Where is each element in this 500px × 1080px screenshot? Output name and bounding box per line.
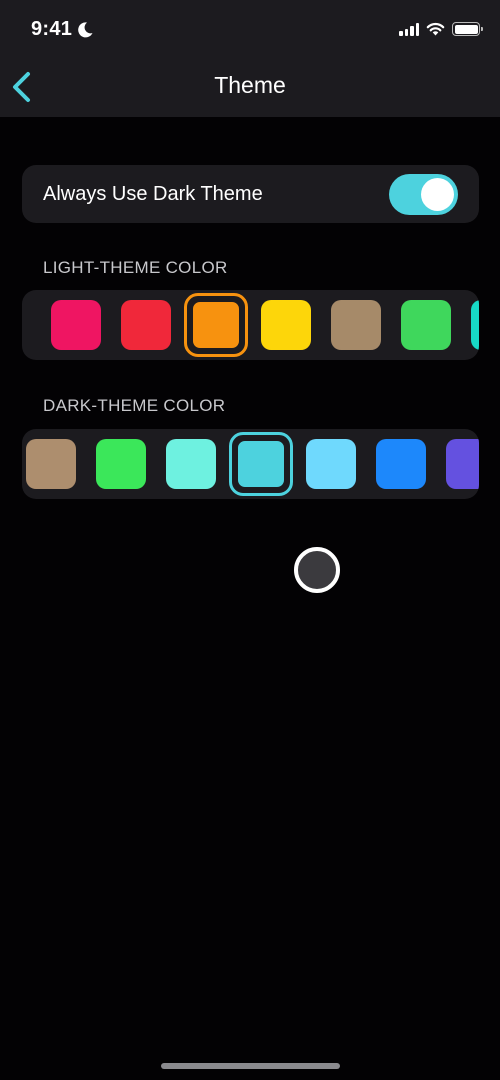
- light-theme-swatch-color: [471, 300, 479, 350]
- dark-theme-swatch-color: [26, 439, 76, 489]
- dark-theme-swatch-color: [96, 439, 146, 489]
- light-theme-swatch-color: [401, 300, 451, 350]
- dark-theme-swatch-3[interactable]: [229, 432, 293, 496]
- dark-theme-swatch-4[interactable]: [296, 429, 366, 499]
- dark-theme-swatch-0[interactable]: [22, 429, 86, 499]
- light-theme-swatch-color: [331, 300, 381, 350]
- touch-indicator: [294, 547, 340, 593]
- dark-theme-swatch-color: [446, 439, 479, 489]
- dark-theme-swatch-2[interactable]: [156, 429, 226, 499]
- wifi-icon: [426, 22, 445, 36]
- always-dark-toggle[interactable]: [389, 174, 458, 215]
- dark-theme-swatch-1[interactable]: [86, 429, 156, 499]
- dark-theme-swatch-5[interactable]: [366, 429, 436, 499]
- dark-theme-swatch-color: [235, 438, 287, 490]
- always-dark-row: Always Use Dark Theme: [22, 165, 479, 223]
- light-theme-swatch-3[interactable]: [251, 290, 321, 360]
- moon-icon: [78, 22, 93, 38]
- light-theme-swatch-color: [51, 300, 101, 350]
- always-dark-label: Always Use Dark Theme: [43, 183, 263, 205]
- status-time: 9:41: [31, 18, 73, 40]
- dark-theme-color-header: DARK-THEME COLOR: [43, 396, 226, 415]
- light-theme-swatch-2[interactable]: [184, 293, 248, 357]
- dark-theme-color-picker[interactable]: [22, 429, 479, 499]
- light-theme-color-picker[interactable]: [22, 290, 479, 360]
- light-theme-swatch-color: [261, 300, 311, 350]
- light-theme-swatch-6[interactable]: [461, 290, 479, 360]
- dark-theme-swatch-6[interactable]: [436, 429, 479, 499]
- page-title: Theme: [214, 72, 286, 98]
- dark-theme-swatch-color: [376, 439, 426, 489]
- light-theme-swatch-4[interactable]: [321, 290, 391, 360]
- home-indicator[interactable]: [161, 1063, 340, 1069]
- dark-theme-swatches: [22, 429, 479, 499]
- light-theme-color-header: LIGHT-THEME COLOR: [43, 258, 228, 277]
- battery-icon: [452, 22, 483, 36]
- dark-theme-swatch-color: [306, 439, 356, 489]
- light-theme-swatch-color: [190, 299, 242, 351]
- light-theme-swatches: [41, 290, 479, 360]
- nav-header: 9:41 Theme: [0, 0, 500, 117]
- dark-theme-swatch-color: [166, 439, 216, 489]
- cellular-signal-icon: [399, 22, 419, 36]
- toggle-knob: [421, 178, 454, 211]
- light-theme-swatch-color: [121, 300, 171, 350]
- status-indicators: [399, 22, 483, 36]
- light-theme-swatch-1[interactable]: [111, 290, 181, 360]
- light-theme-swatch-0[interactable]: [41, 290, 111, 360]
- light-theme-swatch-5[interactable]: [391, 290, 461, 360]
